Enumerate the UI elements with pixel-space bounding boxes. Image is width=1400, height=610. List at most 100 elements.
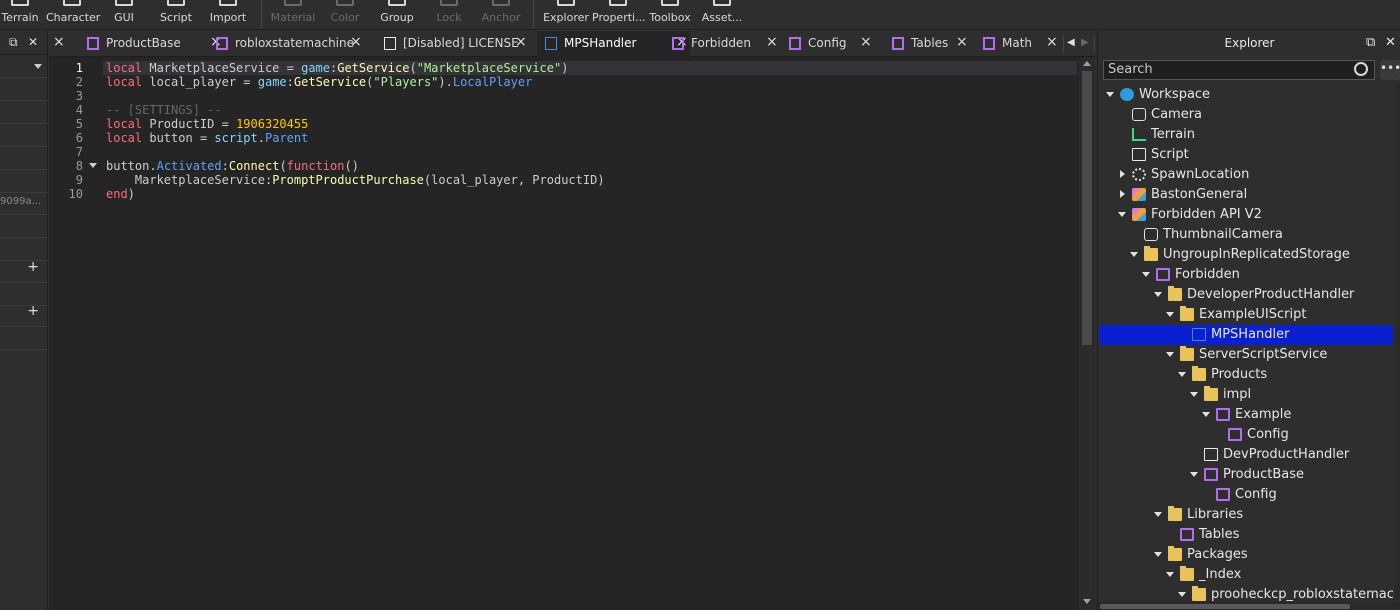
tab-productbase[interactable]: ProductBase × (79, 31, 224, 57)
tree-node[interactable]: DeveloperProductHandler (1098, 285, 1393, 305)
chevron-down-icon[interactable] (1190, 392, 1198, 397)
tab--disabled--license[interactable]: [Disabled] LICENSE × (376, 31, 529, 57)
tab-tables[interactable]: Tables × (884, 31, 970, 57)
tree-node[interactable]: ServerScriptService (1098, 345, 1393, 365)
tree-node[interactable]: Forbidden API V2 (1098, 205, 1393, 225)
tree-node[interactable]: Script (1098, 145, 1393, 165)
close-icon[interactable]: × (766, 34, 778, 50)
fold-toggle-icon[interactable] (89, 163, 97, 168)
close-icon[interactable]: × (350, 34, 362, 50)
explorer-horizontal-scrollbar[interactable] (1098, 602, 1400, 610)
tree-node[interactable]: DevProductHandler (1098, 445, 1393, 465)
toolbar-import-button[interactable]: Import (202, 0, 254, 30)
explorer-vertical-scrollbar[interactable] (1395, 83, 1400, 601)
chevron-down-icon[interactable] (1118, 212, 1126, 217)
chevron-down-icon[interactable] (1190, 472, 1198, 477)
code-line[interactable]: -- [SETTINGS] -- (106, 103, 222, 117)
toolbar-character-button[interactable]: Character (46, 0, 100, 30)
tree-node[interactable]: Products (1098, 365, 1393, 385)
editor-vertical-scrollbar[interactable] (1079, 57, 1095, 610)
code-line[interactable]: local local_player = game:GetService("Pl… (106, 75, 532, 89)
chevron-down-icon[interactable] (1178, 592, 1186, 597)
toolbar-gui-button[interactable]: GUI (98, 0, 150, 30)
close-icon[interactable]: × (52, 31, 66, 57)
tab-forbidden[interactable]: Forbidden × (664, 31, 780, 57)
tree-node[interactable]: Libraries (1098, 505, 1393, 525)
code-line[interactable]: local button = script.Parent (106, 131, 308, 145)
close-icon[interactable]: ✕ (1385, 31, 1396, 55)
scroll-down-icon[interactable] (1083, 599, 1091, 604)
code-line[interactable]: MarketplaceService:PromptProductPurchase… (106, 173, 605, 187)
tree-node[interactable]: ProductBase (1098, 465, 1393, 485)
scroll-up-icon[interactable] (1083, 61, 1091, 66)
chevron-down-icon[interactable] (1202, 412, 1210, 417)
tab-robloxstatemachine[interactable]: robloxstatemachine × (208, 31, 364, 57)
scroll-thumb[interactable] (1100, 604, 1350, 609)
toolbar-anchor-button[interactable]: Anchor (475, 0, 527, 30)
tree-node[interactable]: BastonGeneral (1098, 185, 1393, 205)
tree-node[interactable]: Config (1098, 425, 1393, 445)
tree-node[interactable]: SpawnLocation (1098, 165, 1393, 185)
undock-icon[interactable]: ⧉ (1366, 31, 1375, 55)
toolbar-color-button[interactable]: Color (319, 0, 371, 30)
chevron-down-icon[interactable] (1154, 512, 1162, 517)
history-icon[interactable] (1354, 62, 1368, 76)
chevron-down-icon[interactable] (1166, 352, 1174, 357)
tree-node[interactable]: Terrain (1098, 125, 1393, 145)
chevron-down-icon[interactable] (1130, 252, 1138, 257)
code-line[interactable]: local ProductID = 1906320455 (106, 117, 308, 131)
add-icon[interactable]: + (27, 303, 39, 319)
close-icon[interactable]: × (1046, 34, 1058, 50)
chevron-down-icon[interactable] (1154, 292, 1162, 297)
chevron-right-icon[interactable] (1120, 170, 1125, 178)
close-icon[interactable]: ✕ (28, 35, 38, 49)
tree-node[interactable]: Config (1098, 485, 1393, 505)
tree-node[interactable]: Packages (1098, 545, 1393, 565)
chevron-right-icon[interactable] (1120, 190, 1125, 198)
tree-node[interactable]: impl (1098, 385, 1393, 405)
code-line[interactable]: end) (106, 187, 135, 201)
tab-math[interactable]: Math × (975, 31, 1060, 57)
toolbar-toolbox-button[interactable]: Toolbox (644, 0, 696, 30)
toolbar-group-button[interactable]: Group (371, 0, 423, 30)
chevron-down-icon[interactable] (1166, 572, 1174, 577)
tab-config[interactable]: Config × (781, 31, 874, 57)
tab-scroll-right-icon[interactable]: ▶ (1081, 31, 1093, 57)
close-icon[interactable]: × (956, 34, 968, 50)
close-icon[interactable]: × (860, 34, 872, 50)
add-icon[interactable]: + (27, 259, 39, 275)
scroll-thumb[interactable] (1082, 71, 1092, 345)
explorer-search-input[interactable]: Search (1103, 60, 1375, 80)
tree-node[interactable]: Workspace (1098, 85, 1393, 105)
toolbar-material-button[interactable]: Material (267, 0, 319, 30)
chevron-down-icon[interactable] (1106, 92, 1114, 97)
tree-node[interactable]: Camera (1098, 105, 1393, 125)
more-options-button[interactable]: ••• (1380, 60, 1400, 80)
tree-node[interactable]: ThumbnailCamera (1098, 225, 1393, 245)
close-icon[interactable]: × (515, 34, 527, 50)
code-line[interactable]: button.Activated:Connect(function() (106, 159, 359, 173)
tree-node[interactable]: MPSHandler (1099, 325, 1393, 345)
toolbar-properti-button[interactable]: Properti... (592, 0, 646, 30)
tree-node[interactable]: Forbidden (1098, 265, 1393, 285)
chevron-down-icon[interactable] (1178, 372, 1186, 377)
tree-node[interactable]: _Index (1098, 565, 1393, 585)
tab-scroll-left-icon[interactable]: ◀ (1067, 31, 1079, 57)
undock-icon[interactable]: ⧉ (9, 35, 18, 50)
toolbar-explorer-button[interactable]: Explorer (540, 0, 592, 30)
left-panel-dropdown[interactable] (0, 56, 48, 78)
chevron-down-icon[interactable] (1154, 552, 1162, 557)
toolbar-terrain-button[interactable]: Terrain (0, 0, 46, 30)
tree-node[interactable]: prooheckcp_robloxstatemachi (1098, 585, 1393, 601)
tree-node[interactable]: UngroupInReplicatedStorage (1098, 245, 1393, 265)
tree-node[interactable]: Tables (1098, 525, 1393, 545)
toolbar-script-button[interactable]: Script (150, 0, 202, 30)
chevron-down-icon[interactable] (1142, 272, 1150, 277)
toolbar-asset-button[interactable]: Asset... (696, 0, 748, 30)
tree-node[interactable]: ExampleUIScript (1098, 305, 1393, 325)
code-editor[interactable]: 1 2 3 4 5 6 7 8 9 10 local MarketplaceService = g… (49, 57, 1095, 610)
chevron-down-icon[interactable] (1166, 312, 1174, 317)
toolbar-lock-button[interactable]: Lock (423, 0, 475, 30)
tree-node[interactable]: Example (1098, 405, 1393, 425)
code-line[interactable]: local MarketplaceService = game:GetServi… (106, 61, 568, 75)
